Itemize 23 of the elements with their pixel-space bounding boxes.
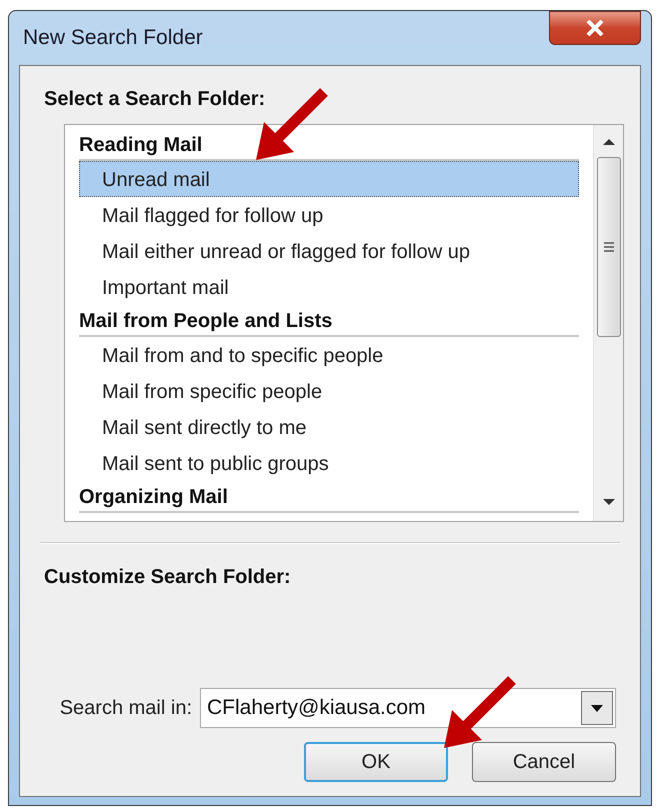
section-heading: Customize Search Folder: (44, 565, 292, 590)
list-item[interactable]: Unread mail (79, 161, 579, 197)
list-item[interactable]: Important mail (79, 269, 579, 305)
dialog-button[interactable]: Cancel (472, 742, 616, 782)
close-button[interactable] (549, 11, 641, 45)
close-icon (586, 20, 604, 36)
scroll-thumb[interactable] (596, 157, 620, 337)
field-label: Search mail in: (60, 696, 192, 721)
list-item[interactable]: Mail sent directly to me (79, 409, 579, 445)
list-item[interactable]: Mail from and to specific people (79, 337, 579, 373)
list-item[interactable]: Mail sent to public groups (79, 445, 579, 481)
list-item[interactable]: Mail either unread or flagged for follow up (79, 233, 579, 269)
group-heading: Mail from People and Lists (79, 305, 579, 337)
account-dropdown[interactable]: CFlaherty@kiausa.com (200, 688, 616, 728)
dialog-button[interactable]: OK (304, 742, 448, 782)
window-title: New Search Folder (23, 25, 203, 52)
list-item[interactable]: Mail flagged for follow up (79, 197, 579, 233)
scroll-up-icon[interactable] (602, 137, 616, 147)
scroll-down-icon[interactable] (602, 497, 616, 507)
list-item[interactable]: Mail from specific people (79, 373, 579, 409)
group-heading: Organizing Mail (79, 481, 579, 513)
section-heading: Select a Search Folder: (44, 87, 266, 112)
grip-icon (602, 241, 614, 253)
